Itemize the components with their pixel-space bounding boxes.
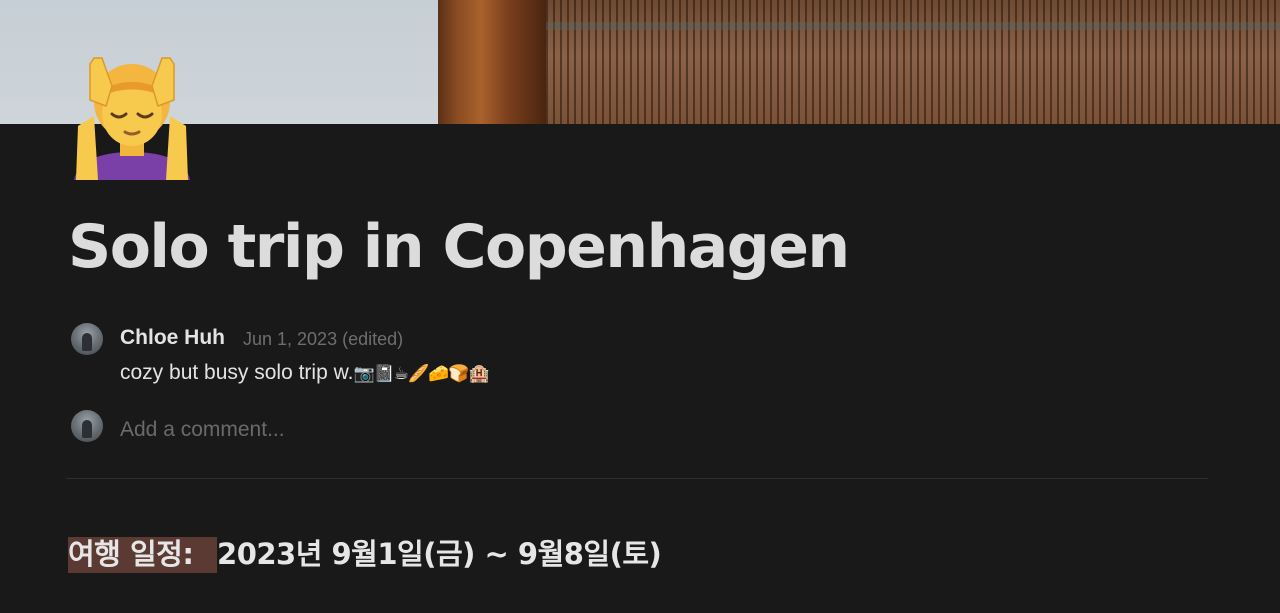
current-user-avatar [71,410,103,442]
cover-wooden-slats [546,0,1280,124]
add-comment-input[interactable] [120,416,620,444]
cover-rail [546,22,1280,30]
comment-emojis: 📷📓☕🥖🧀🍞🏨 [353,364,489,384]
itinerary-heading[interactable]: 여행 일정: 2023년 9월1일(금) ~ 9월8일(토) [68,531,662,573]
itinerary-label: 여행 일정: [68,537,218,573]
comment-author[interactable]: Chloe Huh [120,326,225,350]
cover-wall [0,0,440,124]
comment-text: cozy but busy solo trip w.📷📓☕🥖🧀🍞🏨 [120,361,490,385]
comment-text-body: cozy but busy solo trip w. [120,361,354,384]
woman-getting-face-massage-icon[interactable] [72,56,196,180]
page-title[interactable]: Solo trip in Copenhagen [68,212,850,282]
divider [66,478,1208,479]
commenter-avatar[interactable] [71,323,103,355]
itinerary-dates: 2023년 9월1일(금) ~ 9월8일(토) [217,537,662,571]
cover-wooden-pillar [438,0,546,124]
comment-date[interactable]: Jun 1, 2023 (edited) [243,329,403,350]
